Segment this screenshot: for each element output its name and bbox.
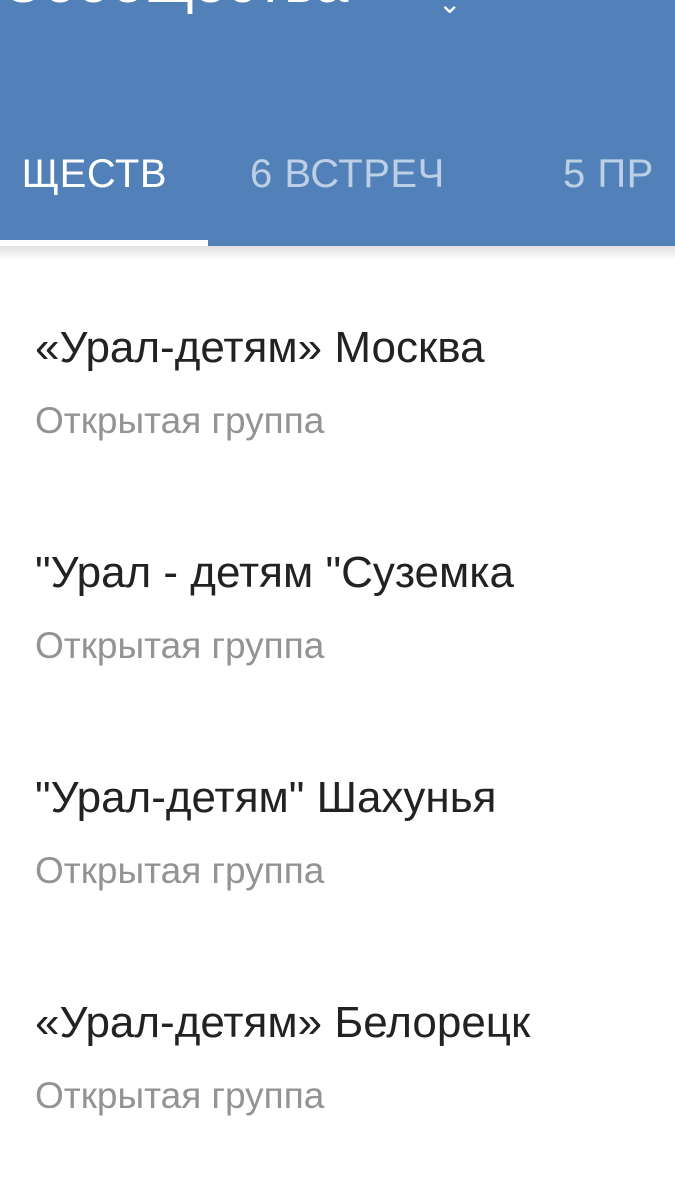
header-shadow: [0, 246, 675, 260]
community-name: "Урал - детям "Суземка: [35, 548, 514, 597]
app-header: Сообщества ⌄ ЩЕСТВ 6 ВСТРЕЧ 5 ПР: [0, 0, 675, 246]
page-title[interactable]: Сообщества: [0, 0, 349, 12]
community-type: Открытая группа: [35, 625, 325, 666]
chevron-down-icon[interactable]: ⌄: [438, 0, 461, 18]
tab-communities[interactable]: ЩЕСТВ: [22, 144, 167, 204]
community-type: Открытая группа: [35, 400, 325, 441]
community-name: «Урал-детям» Белорецк: [35, 998, 531, 1047]
list-item[interactable]: "Урал-детям" Шахунья Открытая группа: [0, 766, 675, 966]
tab-pages[interactable]: 5 ПР: [563, 144, 654, 204]
tab-events[interactable]: 6 ВСТРЕЧ: [250, 144, 445, 204]
community-name: "Урал-детям" Шахунья: [35, 773, 497, 822]
list-item[interactable]: «Урал-детям» Москва Открытая группа: [0, 316, 675, 516]
tab-bar: ЩЕСТВ 6 ВСТРЕЧ 5 ПР: [0, 144, 675, 204]
list-item[interactable]: «Урал-детям» Белорецк Открытая группа: [0, 991, 675, 1191]
community-type: Открытая группа: [35, 1075, 325, 1116]
community-type: Открытая группа: [35, 850, 325, 891]
list-item[interactable]: "Урал - детям "Суземка Открытая группа: [0, 541, 675, 741]
community-name: «Урал-детям» Москва: [35, 323, 485, 372]
